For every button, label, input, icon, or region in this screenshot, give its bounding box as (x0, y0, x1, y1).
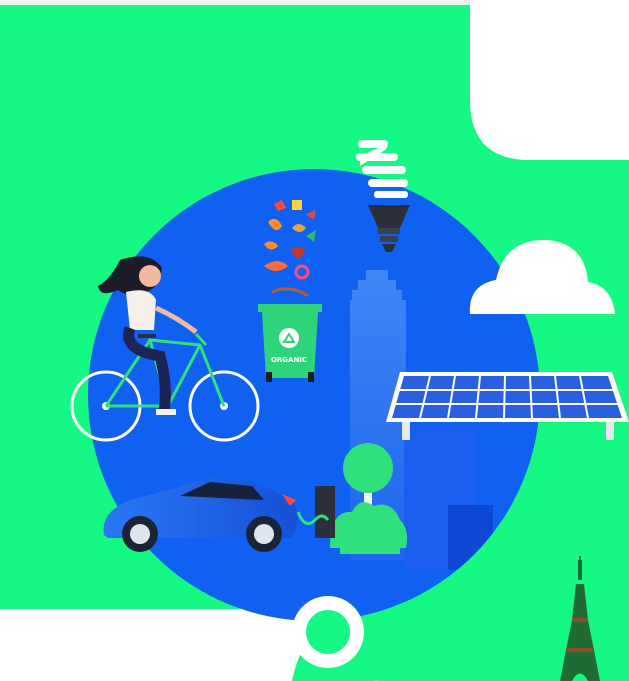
compost-bin: ORGANIC (258, 304, 322, 382)
eco-illustration: ORGANIC (0, 0, 629, 681)
ring-ornament (292, 596, 364, 668)
bin-label: ORGANIC (271, 356, 307, 364)
recycle-icon (279, 328, 299, 348)
